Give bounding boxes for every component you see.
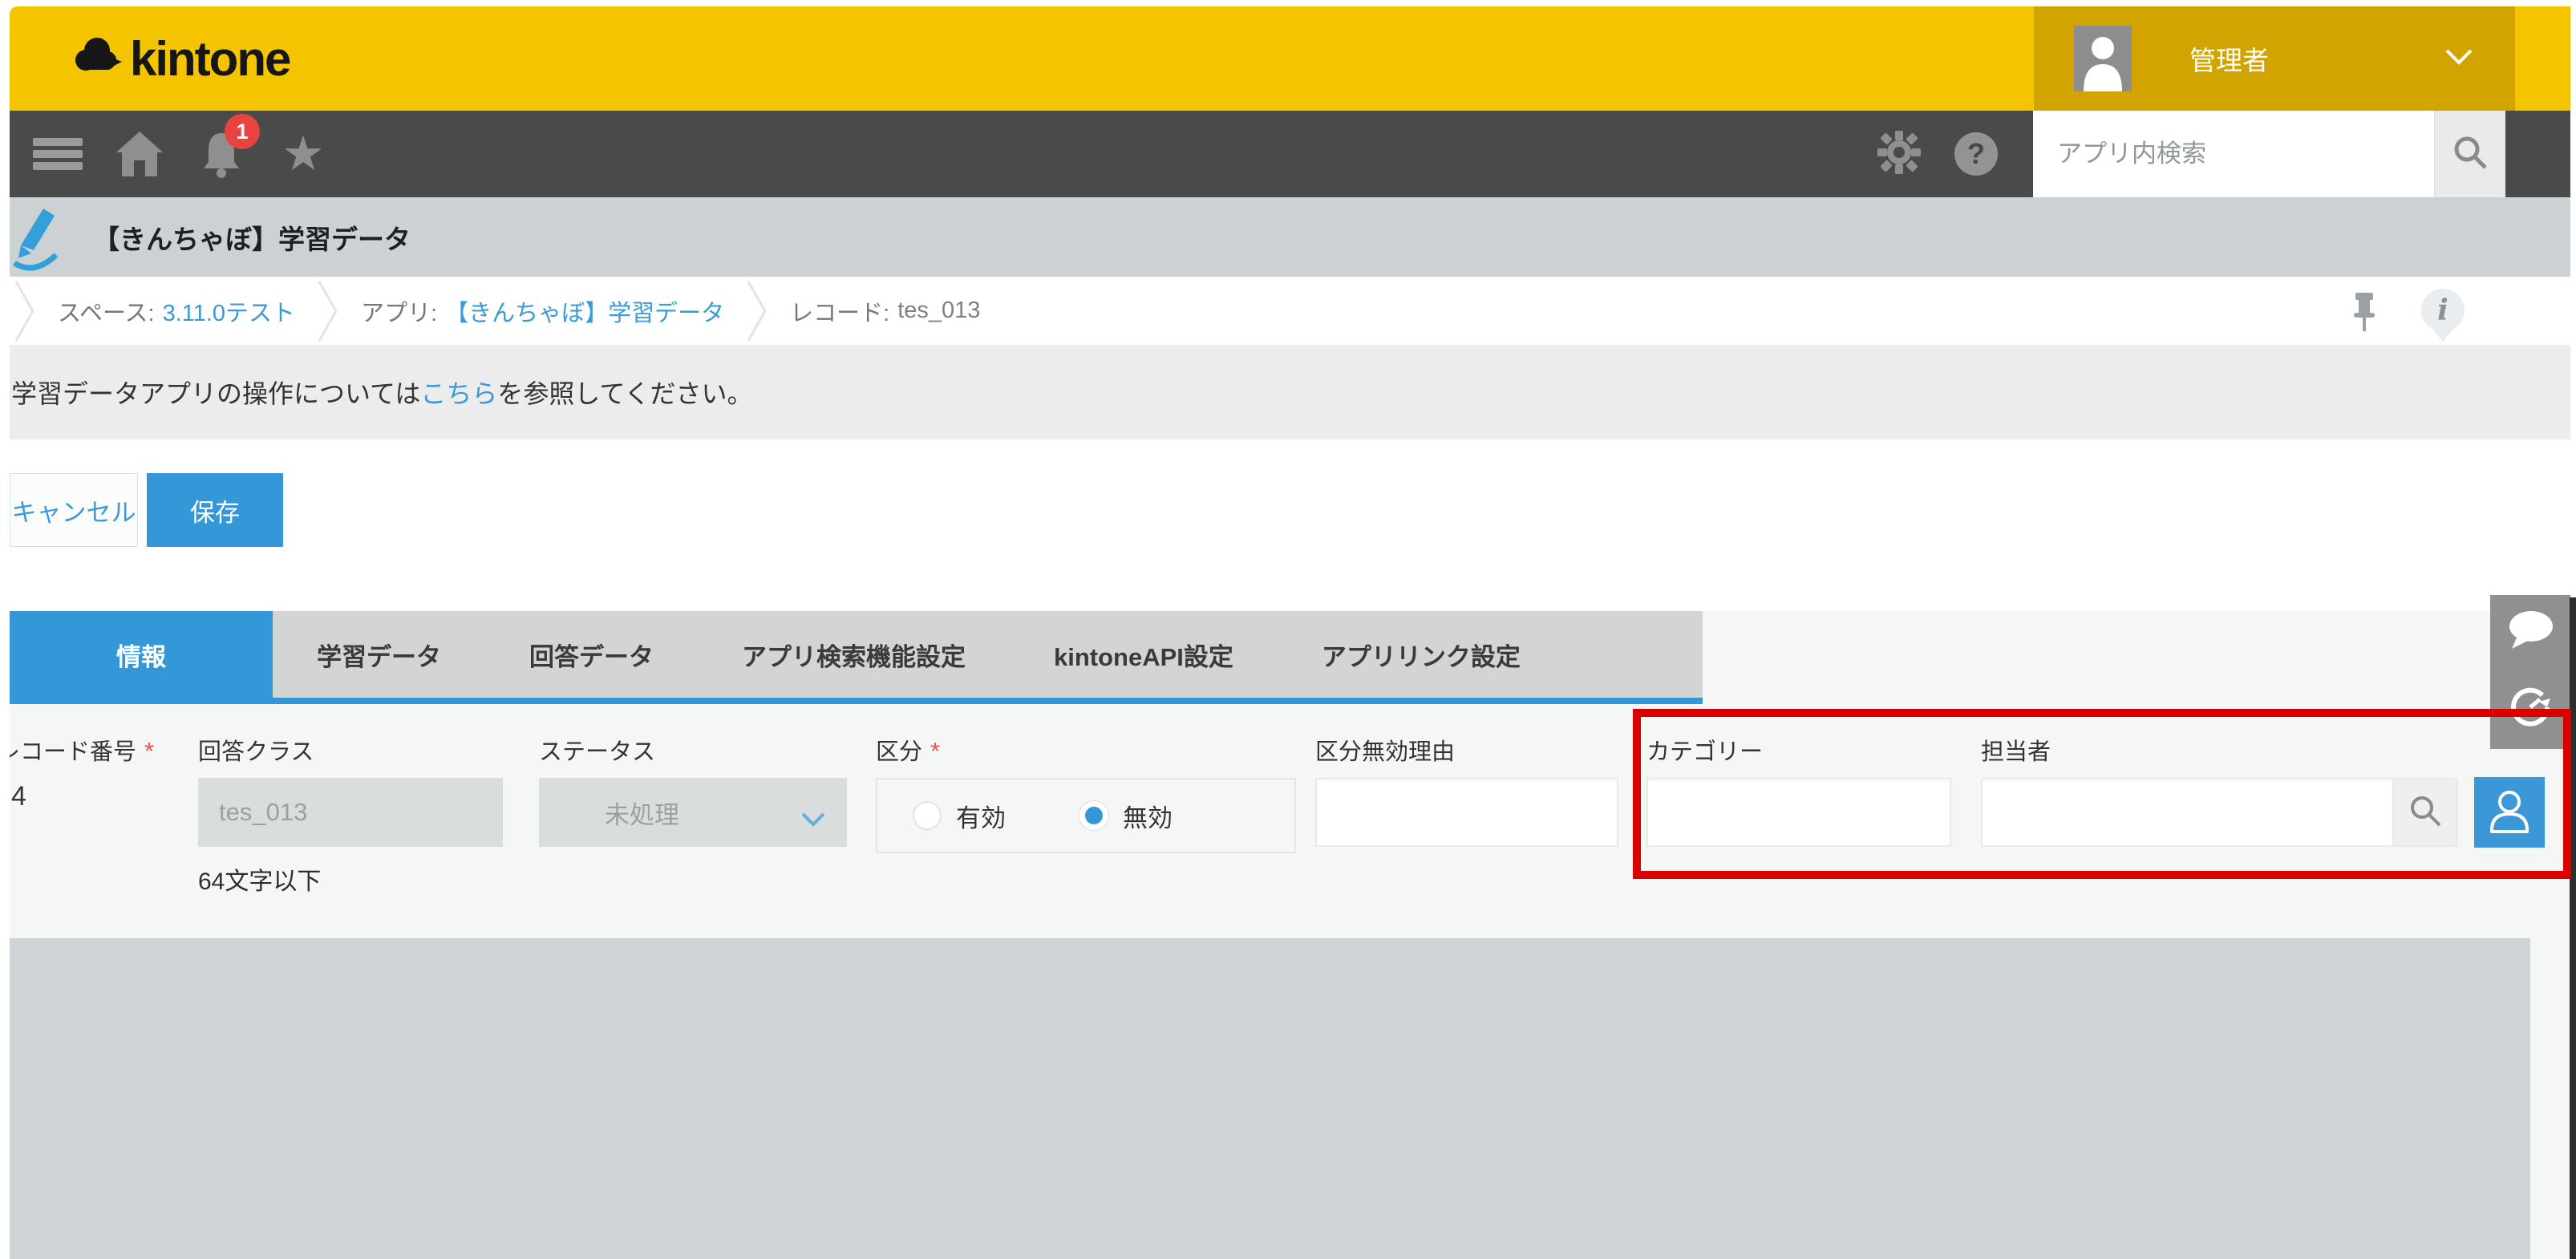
- assignee-label: 担当者: [1981, 733, 2051, 767]
- save-button[interactable]: 保存: [147, 473, 283, 547]
- kintone-record-edit-screen: { "brand": { "logo_text": "kintone" }, "…: [0, 0, 2576, 1259]
- category-flag-label: 区分*: [876, 733, 940, 767]
- kintone-cloud-icon: [72, 33, 122, 85]
- tab-learning-data[interactable]: 学習データ: [273, 637, 485, 673]
- notice-text-before: 学習データアプリの操作については: [11, 374, 420, 411]
- kintone-logo[interactable]: kintone: [72, 6, 290, 111]
- notice-text-after: を参照してください。: [497, 374, 752, 411]
- category-flag-radio-group: 有効 無効: [876, 778, 1296, 853]
- notice-bar: 学習データアプリの操作についてはこちらを参照してください。: [10, 345, 2570, 439]
- chevron-down-icon: [800, 805, 826, 834]
- answer-class-label: 回答クラス: [198, 733, 314, 767]
- breadcrumb: スペース: 3.11.0テスト アプリ: 【きんちゃぼ】学習データ レコード: …: [10, 277, 2570, 345]
- tab-kintone-api-settings[interactable]: kintoneAPI設定: [1010, 637, 1278, 673]
- assignee-input[interactable]: [1981, 778, 2392, 847]
- radio-circle-icon: [1079, 801, 1108, 830]
- search-submit-button[interactable]: [2434, 111, 2505, 197]
- tab-answer-data[interactable]: 回答データ: [485, 637, 698, 673]
- pin-icon[interactable]: [2351, 291, 2378, 339]
- floating-side-panel: [2490, 595, 2570, 749]
- app-search-box: [2033, 111, 2505, 197]
- kintone-logo-text: kintone: [130, 31, 290, 87]
- breadcrumb-space-prefix: スペース:: [58, 294, 155, 328]
- person-icon: [2484, 785, 2535, 840]
- home-icon[interactable]: [114, 128, 165, 180]
- flag-reason-label: 区分無効理由: [1315, 733, 1455, 767]
- status-label: ステータス: [539, 733, 655, 767]
- tab-active-underline: [10, 698, 1703, 704]
- tab-strip: 学習データ 回答データ アプリ検索機能設定 kintoneAPI設定 アプリリン…: [273, 611, 1703, 698]
- category-input[interactable]: [1646, 778, 1951, 847]
- search-icon: [2451, 133, 2489, 176]
- record-tabs: 情報 学習データ 回答データ アプリ検索機能設定 kintoneAPI設定 アプ…: [10, 611, 2570, 704]
- global-nav-bar: 1 ★ ?: [10, 111, 2570, 197]
- notification-badge: 1: [225, 114, 260, 149]
- chevron-down-icon: [2444, 48, 2473, 70]
- notifications-bell-icon[interactable]: 1: [196, 128, 247, 180]
- record-number-label: レコード番号*: [10, 733, 154, 767]
- assignee-search-button[interactable]: [2392, 778, 2458, 847]
- user-avatar: [2074, 26, 2132, 91]
- status-value: 未処理: [605, 795, 679, 831]
- breadcrumb-app-prefix: アプリ:: [361, 294, 437, 328]
- record-number-value: 4: [11, 781, 26, 812]
- answer-class-input: tes_013: [198, 778, 503, 847]
- breadcrumb-space-link[interactable]: 3.11.0テスト: [163, 294, 295, 328]
- app-search-input[interactable]: [2033, 111, 2434, 197]
- breadcrumb-record-value: tes_013: [897, 298, 980, 324]
- record-action-toolbar: キャンセル 保存: [10, 439, 2570, 611]
- breadcrumb-app-link[interactable]: 【きんちゃぼ】学習データ: [445, 294, 724, 328]
- nav-left-icons: 1 ★: [32, 111, 359, 197]
- search-icon: [2408, 793, 2443, 832]
- assignee-user-picker-button[interactable]: [2474, 777, 2545, 848]
- comments-bubble-icon[interactable]: [2505, 609, 2555, 655]
- answer-class-hint: 64文字以下: [198, 861, 321, 897]
- breadcrumb-record-prefix: レコード:: [790, 294, 889, 328]
- tab-app-search-settings[interactable]: アプリ検索機能設定: [698, 637, 1010, 673]
- settings-gear-icon[interactable]: [1876, 129, 1922, 180]
- flag-reason-input[interactable]: [1315, 778, 1618, 847]
- user-menu[interactable]: 管理者: [2034, 6, 2515, 111]
- category-label: カテゴリー: [1646, 733, 1763, 767]
- tab-app-link-settings[interactable]: アプリリンク設定: [1278, 637, 1565, 673]
- cancel-button[interactable]: キャンセル: [10, 473, 138, 547]
- app-title: 【きんちゃぼ】学習データ: [93, 218, 411, 257]
- app-title-bar: 【きんちゃぼ】学習データ: [10, 197, 2570, 277]
- window-scrollbar-edge[interactable]: [2570, 597, 2576, 1259]
- breadcrumb-chevron-icon: [318, 279, 338, 343]
- app-pencil-icon: [11, 199, 59, 275]
- nav-right-cluster: ?: [1876, 111, 2505, 197]
- assignee-field-group: [1981, 778, 2545, 848]
- top-header-bar: kintone 管理者: [10, 6, 2570, 111]
- info-icon[interactable]: i: [2421, 289, 2465, 332]
- breadcrumb-chevron-icon: [14, 279, 35, 343]
- radio-invalid-selected[interactable]: 無効: [1079, 798, 1173, 834]
- radio-valid[interactable]: 有効: [913, 798, 1006, 834]
- favorites-star-icon[interactable]: ★: [277, 128, 329, 180]
- notice-link[interactable]: こちら: [420, 374, 497, 411]
- user-name: 管理者: [2189, 39, 2269, 78]
- empty-content-area: [10, 938, 2530, 1259]
- radio-circle-icon: [913, 801, 942, 830]
- hamburger-menu-icon[interactable]: [32, 128, 83, 180]
- record-form-panel: レコード番号* 4 回答クラス tes_013 64文字以下 ステータス 未処理…: [10, 704, 2570, 1259]
- help-icon[interactable]: ?: [1954, 132, 1998, 176]
- refresh-icon[interactable]: [2507, 684, 2554, 735]
- breadcrumb-chevron-icon: [747, 279, 768, 343]
- status-select: 未処理: [539, 778, 847, 847]
- tab-info[interactable]: 情報: [10, 611, 273, 698]
